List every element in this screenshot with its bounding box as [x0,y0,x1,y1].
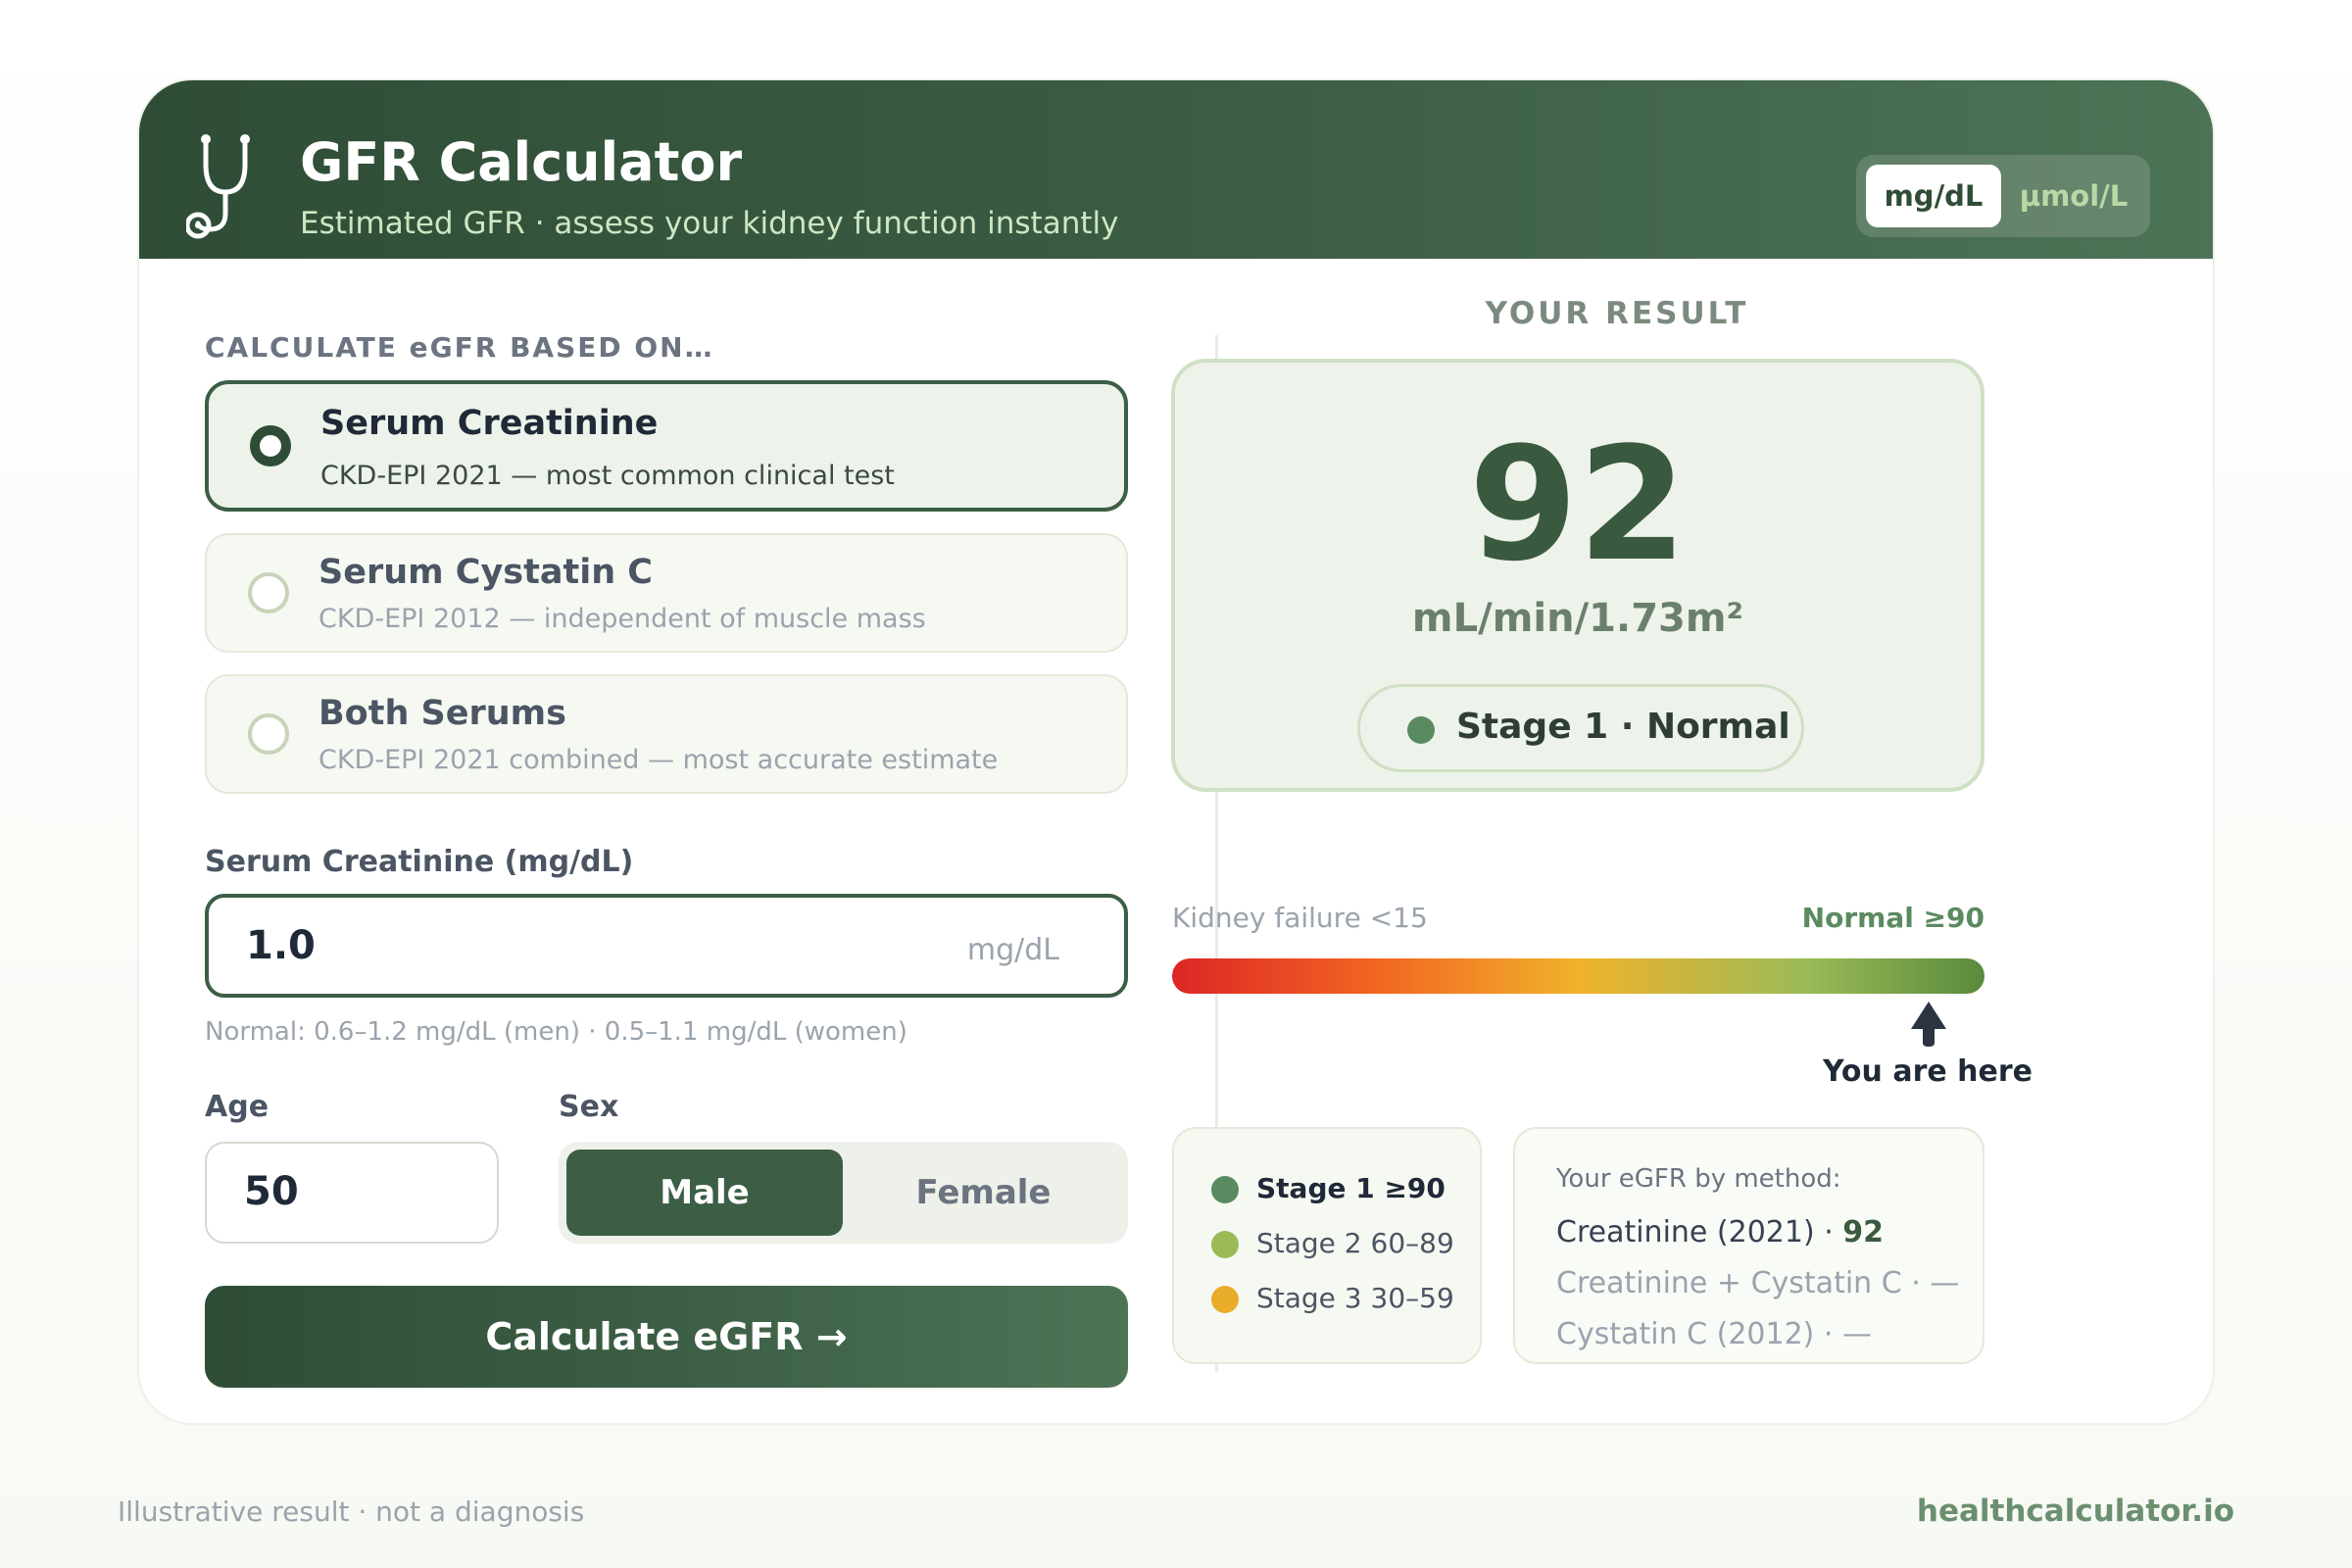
egfr-unit: mL/min/1.73m² [1411,596,1744,641]
method-description: CKD-EPI 2021 — most common clinical test [320,461,895,491]
marker-label: You are here [1822,1054,2033,1089]
method-option-creatinine[interactable]: Serum Creatinine CKD-EPI 2021 — most com… [205,380,1128,512]
stethoscope-icon [186,134,250,239]
radio-unselected[interactable] [248,572,289,613]
sex-option-female[interactable]: Female [847,1150,1120,1236]
creatinine-label: Serum Creatinine (mg/dL) [205,845,634,879]
stage-badge: Stage 1 · Normal [1357,684,1804,772]
legend-dot [1211,1286,1239,1313]
unit-option-umol-l[interactable]: µmol/L [2005,165,2142,227]
age-value: 50 [244,1169,299,1214]
creatinine-hint: Normal: 0.6–1.2 mg/dL (men) · 0.5–1.1 mg… [205,1017,907,1047]
legend-label: Stage 2 60–89 [1256,1227,1454,1259]
method-title: Both Serums [318,694,566,733]
site-link[interactable]: healthcalculator.io [1917,1494,2234,1529]
method-description: CKD-EPI 2021 combined — most accurate es… [318,745,999,775]
sex-label: Sex [559,1090,619,1124]
legend-dot [1211,1176,1239,1203]
unit-toggle: mg/dL µmol/L [1856,155,2150,237]
kidney-function-scale [1172,958,1984,994]
creatinine-unit: mg/dL [966,933,1059,967]
legend-dot [1211,1231,1239,1258]
by-method-value: — [1841,1317,1872,1351]
sex-option-male[interactable]: Male [566,1150,843,1236]
creatinine-value: 1.0 [246,923,316,968]
legend-label: Stage 3 30–59 [1256,1282,1454,1314]
unit-option-mg-dl[interactable]: mg/dL [1866,165,2001,227]
by-method-row: Creatinine + Cystatin C · — [1556,1266,1959,1300]
by-method-name: Cystatin C (2012) · [1556,1317,1842,1351]
method-section-label: CALCULATE eGFR BASED ON… [205,331,714,364]
by-method-value: 92 [1842,1215,1885,1250]
creatinine-input[interactable]: 1.0 mg/dL [205,894,1128,998]
app-subtitle: Estimated GFR · assess your kidney funct… [300,206,1119,241]
stage-text: Stage 1 · Normal [1456,707,1790,747]
age-input[interactable]: 50 [205,1142,499,1244]
result-panel: 92 mL/min/1.73m² Stage 1 · Normal [1171,359,1984,792]
by-method-value: — [1930,1266,1960,1300]
method-description: CKD-EPI 2012 — independent of muscle mas… [318,604,926,634]
method-title: Serum Creatinine [320,404,659,443]
app-title: GFR Calculator [300,131,743,193]
egfr-value: 92 [1468,413,1688,596]
result-label: YOUR RESULT [1485,296,1749,331]
sex-toggle: Male Female [559,1142,1128,1244]
stage-legend: Stage 1 ≥90 Stage 2 60–89 Stage 3 30–59 [1172,1127,1482,1364]
disclaimer: Illustrative result · not a diagnosis [118,1495,585,1528]
header-bar: GFR Calculator Estimated GFR · assess yo… [139,80,2213,259]
by-method-row: Cystatin C (2012) · — [1556,1317,1872,1351]
up-arrow-marker-icon [1911,1002,1946,1047]
by-method-name: Creatinine + Cystatin C · [1556,1266,1931,1300]
scale-min-label: Kidney failure <15 [1172,902,1428,934]
egfr-by-method-panel: Your eGFR by method: Creatinine (2021) ·… [1513,1127,1984,1364]
by-method-name: Creatinine (2021) · [1556,1215,1843,1250]
method-title: Serum Cystatin C [318,553,653,592]
by-method-heading: Your eGFR by method: [1556,1164,1841,1194]
stage-dot [1407,716,1435,744]
radio-selected[interactable] [250,425,291,466]
method-option-cystatin[interactable]: Serum Cystatin C CKD-EPI 2012 — independ… [205,533,1128,653]
calculate-button[interactable]: Calculate eGFR → [205,1286,1128,1388]
method-option-both[interactable]: Both Serums CKD-EPI 2021 combined — most… [205,674,1128,794]
by-method-row: Creatinine (2021) · 92 [1556,1215,1884,1250]
legend-label: Stage 1 ≥90 [1256,1172,1446,1204]
age-label: Age [205,1090,270,1124]
scale-max-label: Normal ≥90 [1801,902,1984,934]
radio-unselected[interactable] [248,713,289,755]
